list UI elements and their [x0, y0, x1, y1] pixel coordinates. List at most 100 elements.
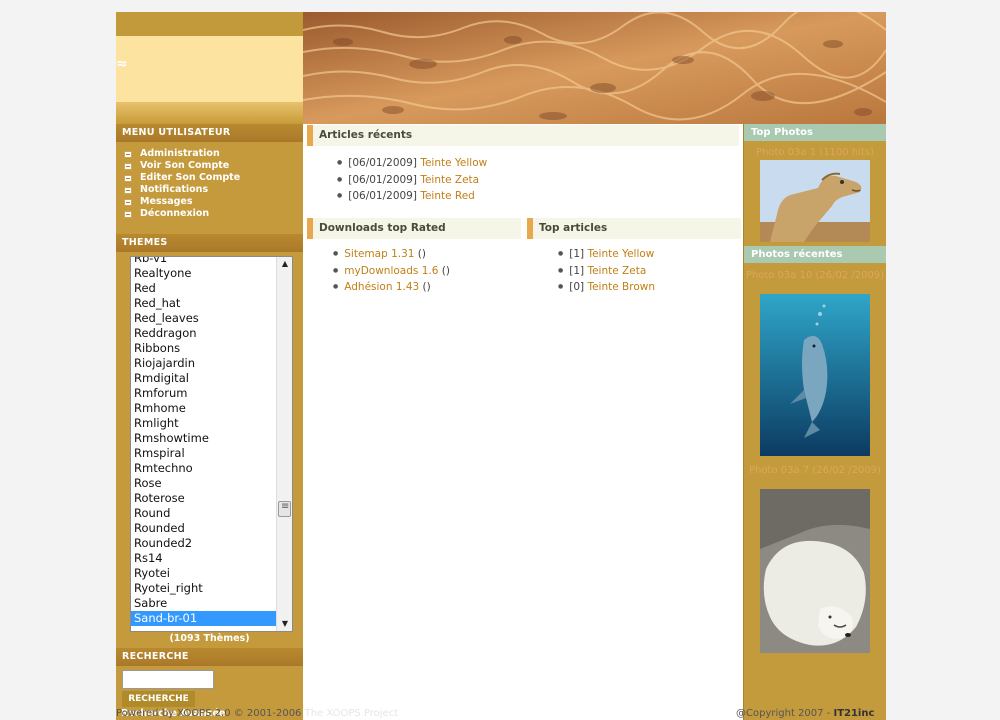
article-link[interactable]: Teinte Red — [420, 190, 475, 202]
bullet-icon — [124, 210, 132, 218]
menu-item-label: Administration — [140, 148, 220, 159]
right-sidebar: Top Photos Photo 03a 1 (1100 hits) Photo… — [743, 124, 886, 720]
search-block: RECHERCHE RECHERCHE Recherche Avancée — [116, 648, 303, 719]
top-articles-title: Top articles — [527, 218, 741, 239]
theme-option-selected[interactable]: Sand-br-01 — [131, 611, 277, 626]
article-link[interactable]: Teinte Zeta — [420, 174, 479, 186]
themes-select-list[interactable]: Rb-v1 Realtyone Red Red_hat Red_leaves R… — [130, 256, 293, 632]
theme-option[interactable]: Rounded2 — [131, 536, 277, 551]
menu-item-label: Notifications — [140, 184, 209, 195]
articles-recents-list: [06/01/2009] Teinte Yellow [06/01/2009] … — [337, 155, 487, 205]
bullet-icon — [124, 150, 132, 158]
bullet-icon — [124, 162, 132, 170]
search-input[interactable] — [122, 670, 214, 689]
downloads-list: Sitemap 1.31 () myDownloads 1.6 () Adhés… — [333, 246, 450, 296]
left-sidebar: MENU UTILISATEUR Administration Voir Son… — [116, 124, 303, 720]
menu-item-messages[interactable]: Messages — [124, 196, 303, 208]
photo-caption[interactable]: Photo 03a 10 (26/02 /2009) — [744, 270, 886, 282]
search-title: RECHERCHE — [116, 648, 303, 666]
photo-caption[interactable]: Photo 03a 1 (1100 hits) — [744, 147, 886, 159]
theme-option[interactable]: Reddragon — [131, 326, 277, 341]
theme-option[interactable]: Riojajardin — [131, 356, 277, 371]
theme-option[interactable]: Ribbons — [131, 341, 277, 356]
menu-item-deconnexion[interactable]: Déconnexion — [124, 208, 303, 220]
theme-option[interactable]: Rmtechno — [131, 461, 277, 476]
top-article-link[interactable]: Teinte Yellow — [587, 248, 654, 260]
user-menu-title: MENU UTILISATEUR — [116, 124, 303, 142]
themes-title: THEMES — [116, 234, 303, 252]
list-item: Adhésion 1.43 () — [333, 279, 450, 296]
list-item: myDownloads 1.6 () — [333, 263, 450, 280]
list-item: [06/01/2009] Teinte Yellow — [337, 155, 487, 172]
bullet-icon — [124, 198, 132, 206]
page: ≈ MENU UTILISATEUR Administration Voir S… — [116, 12, 886, 720]
theme-option[interactable]: Realtyone — [131, 266, 277, 281]
polar-bear-photo[interactable] — [760, 489, 870, 653]
theme-option[interactable]: Sabre — [131, 596, 277, 611]
search-button[interactable]: RECHERCHE — [122, 691, 195, 707]
user-menu: Administration Voir Son Compte Editer So… — [116, 142, 303, 222]
scroll-down-arrow-icon[interactable]: ▼ — [277, 617, 292, 631]
logo-wave-icon: ≈ — [116, 56, 128, 72]
theme-option[interactable]: Rmforum — [131, 386, 277, 401]
list-item: [06/01/2009] Teinte Zeta — [337, 172, 487, 189]
menu-item-voir-compte[interactable]: Voir Son Compte — [124, 160, 303, 172]
menu-item-notifications[interactable]: Notifications — [124, 184, 303, 196]
bullet-icon — [124, 186, 132, 194]
top-articles-list: [1] Teinte Yellow [1] Teinte Zeta [0] Te… — [558, 246, 655, 296]
photo-caption[interactable]: Photo 03a 7 (26/02 /2009) — [744, 465, 886, 477]
theme-option[interactable]: Rmdigital — [131, 371, 277, 386]
menu-item-editer-compte[interactable]: Editer Son Compte — [124, 172, 303, 184]
themes-scrollbar[interactable]: ▲ ▼ — [276, 257, 292, 631]
theme-option[interactable]: Rounded — [131, 521, 277, 536]
theme-option[interactable]: Rmshowtime — [131, 431, 277, 446]
dolphin-photo[interactable] — [760, 294, 870, 456]
theme-option[interactable]: Rs14 — [131, 551, 277, 566]
list-item: [0] Teinte Brown — [558, 279, 655, 296]
menu-item-label: Messages — [140, 196, 193, 207]
footer-project-link[interactable]: The XOOPS Project — [305, 708, 399, 719]
theme-option[interactable]: Red_leaves — [131, 311, 277, 326]
top-photos-title: Top Photos — [744, 124, 886, 141]
footer-brand-link[interactable]: IT21inc — [833, 708, 874, 719]
download-link[interactable]: Adhésion 1.43 — [344, 281, 419, 293]
themes-options: Rb-v1 Realtyone Red Red_hat Red_leaves R… — [131, 257, 277, 626]
articles-recents-title: Articles récents — [307, 125, 739, 146]
top-article-link[interactable]: Teinte Zeta — [587, 265, 646, 277]
theme-option[interactable]: Round — [131, 506, 277, 521]
theme-option[interactable]: Rmhome — [131, 401, 277, 416]
menu-item-administration[interactable]: Administration — [124, 148, 303, 160]
logo-area: ≈ — [116, 12, 303, 124]
list-item: Sitemap 1.31 () — [333, 246, 450, 263]
theme-count: (1093 Thèmes) — [169, 633, 250, 644]
camel-photo[interactable] — [760, 160, 870, 242]
center-content: Articles récents [06/01/2009] Teinte Yel… — [303, 124, 743, 720]
theme-option[interactable]: Rb-v1 — [131, 257, 277, 266]
list-item: [06/01/2009] Teinte Red — [337, 188, 487, 205]
top-article-link[interactable]: Teinte Brown — [587, 281, 655, 293]
list-item: [1] Teinte Zeta — [558, 263, 655, 280]
theme-option[interactable]: Rmlight — [131, 416, 277, 431]
theme-option[interactable]: Rmspiral — [131, 446, 277, 461]
download-link[interactable]: Sitemap 1.31 — [344, 248, 414, 260]
menu-item-label: Voir Son Compte — [140, 160, 230, 171]
recent-photos-title: Photos récentes — [744, 246, 886, 263]
theme-option[interactable]: Rose — [131, 476, 277, 491]
downloads-title: Downloads top Rated — [307, 218, 521, 239]
header-banner-image — [303, 12, 886, 124]
scroll-thumb[interactable] — [278, 501, 291, 517]
footer-copyright: @Copyright 2007 - IT21inc — [736, 708, 875, 719]
article-link[interactable]: Teinte Yellow — [420, 157, 487, 169]
menu-item-label: Editer Son Compte — [140, 172, 241, 183]
theme-option[interactable]: Red_hat — [131, 296, 277, 311]
theme-option[interactable]: Ryotei_right — [131, 581, 277, 596]
footer-powered: Powered by XOOPS 2.0 © 2001-2006 The XOO… — [116, 708, 399, 719]
theme-option[interactable]: Ryotei — [131, 566, 277, 581]
theme-option[interactable]: Red — [131, 281, 277, 296]
download-link[interactable]: myDownloads 1.6 — [344, 265, 438, 277]
scroll-up-arrow-icon[interactable]: ▲ — [277, 257, 292, 271]
menu-item-label: Déconnexion — [140, 208, 210, 219]
list-item: [1] Teinte Yellow — [558, 246, 655, 263]
theme-option[interactable]: Roterose — [131, 491, 277, 506]
bullet-icon — [124, 174, 132, 182]
